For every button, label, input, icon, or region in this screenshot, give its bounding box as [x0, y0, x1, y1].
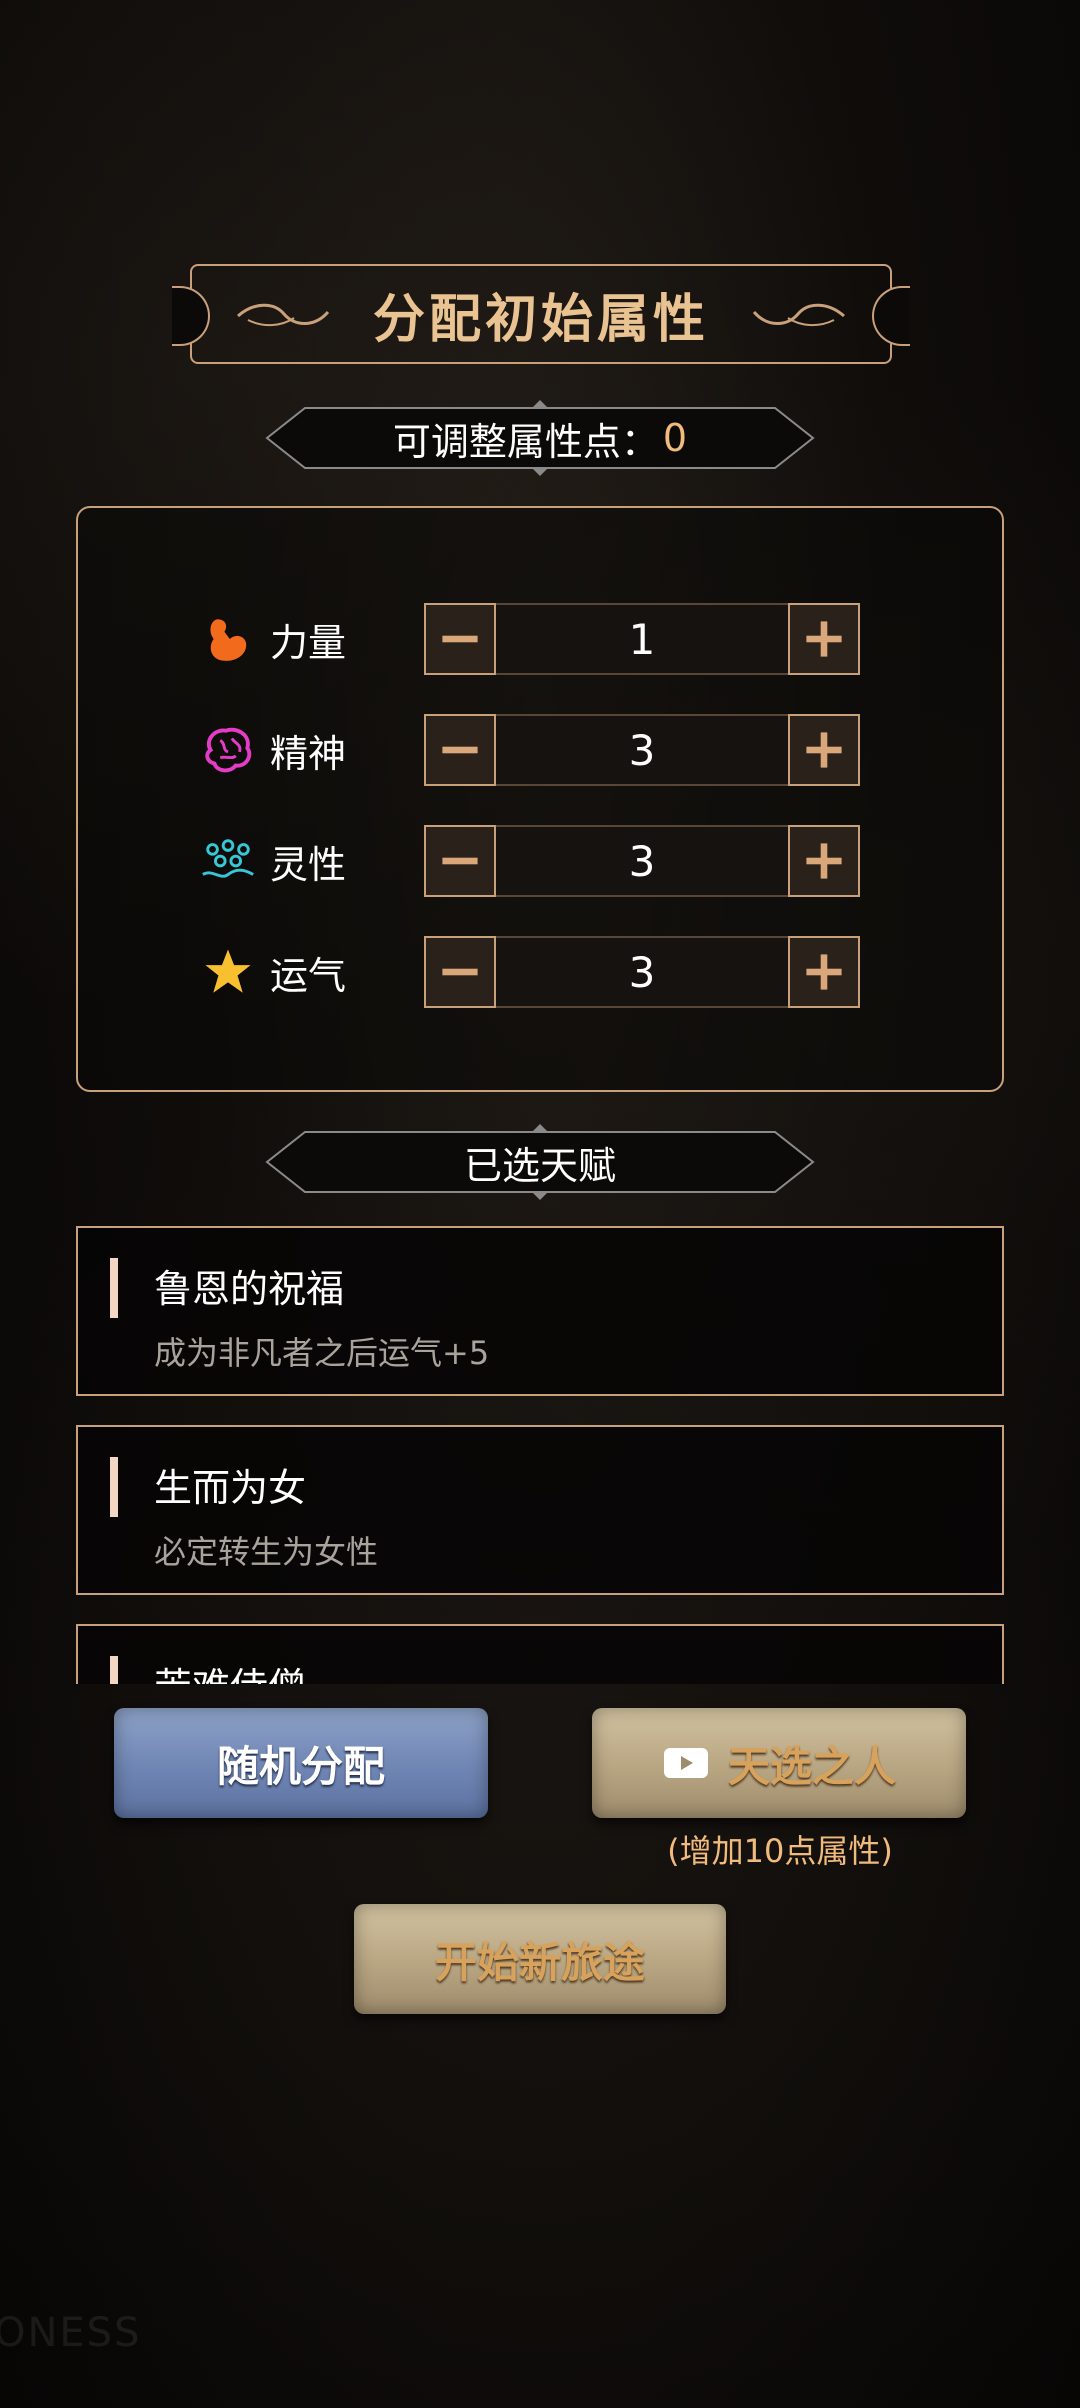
video-icon	[663, 1748, 708, 1778]
start-journey-button[interactable]: 开始新旅途	[354, 1904, 726, 2014]
spirituality-stepper: 3	[424, 825, 860, 897]
points-label: 可调整属性点：	[392, 419, 659, 464]
strength-stepper: 1	[424, 603, 860, 675]
increment-button[interactable]	[788, 936, 860, 1008]
random-assign-button[interactable]: 随机分配	[114, 1708, 488, 1818]
talent-list-clip: 苦难侍僧	[0, 1620, 1080, 1684]
page-title: 分配初始属性	[372, 288, 709, 350]
increment-button[interactable]	[788, 825, 860, 897]
brain-icon	[198, 720, 258, 780]
chosen-one-label: 天选之人	[727, 1741, 896, 1791]
title-banner: 分配初始属性	[172, 264, 910, 364]
random-assign-label: 随机分配	[216, 1741, 385, 1791]
dots-icon	[198, 831, 258, 891]
decrement-button[interactable]	[424, 714, 496, 786]
muscle-icon	[198, 609, 258, 669]
talent-marker	[110, 1656, 118, 1684]
attribute-value: 3	[496, 936, 788, 1008]
minus-icon	[442, 635, 478, 643]
increment-button[interactable]	[788, 603, 860, 675]
start-journey-label: 开始新旅途	[434, 1937, 645, 1987]
attribute-value: 1	[496, 603, 788, 675]
attribute-name: 灵性	[270, 842, 347, 887]
talent-description: 必定转生为女性	[154, 1533, 379, 1571]
talent-marker	[110, 1457, 118, 1517]
attribute-row-spirituality: 灵性 3	[198, 824, 958, 898]
talent-title: 苦难侍僧	[154, 1656, 306, 1684]
minus-icon	[442, 968, 478, 976]
attribute-name: 精神	[270, 731, 347, 776]
talents-heading: 已选天赋	[463, 1143, 616, 1188]
talent-card[interactable]: 苦难侍僧	[76, 1624, 1004, 1684]
talents-banner: 已选天赋	[265, 1124, 815, 1200]
minus-icon	[442, 857, 478, 865]
ornament-swirl-icon	[752, 303, 845, 326]
attribute-row-spirit: 精神 3	[198, 713, 958, 787]
attribute-panel: 力量 1 精神 3 灵性 3 运气 3	[76, 506, 1004, 1092]
attribute-value: 3	[496, 825, 788, 897]
spirit-stepper: 3	[424, 714, 860, 786]
decrement-button[interactable]	[424, 936, 496, 1008]
talent-title: 生而为女	[154, 1466, 307, 1510]
plus-icon	[806, 843, 842, 879]
luck-stepper: 3	[424, 936, 860, 1008]
plus-icon	[806, 954, 842, 990]
points-value: 0	[662, 416, 688, 460]
increment-button[interactable]	[788, 714, 860, 786]
ornament-swirl-icon	[237, 303, 330, 326]
chosen-one-note: (增加10点属性)	[667, 1832, 893, 1870]
plus-icon	[806, 621, 842, 657]
talent-marker	[110, 1258, 118, 1318]
chosen-one-button[interactable]: 天选之人	[592, 1708, 966, 1818]
talent-card[interactable]: 生而为女 必定转生为女性	[76, 1425, 1004, 1595]
plus-icon	[806, 732, 842, 768]
attribute-name: 力量	[270, 620, 347, 665]
star-icon	[198, 942, 258, 1002]
decrement-button[interactable]	[424, 825, 496, 897]
talent-card[interactable]: 鲁恩的祝福 成为非凡者之后运气+5	[76, 1226, 1004, 1396]
watermark: ONESS	[0, 2310, 142, 2356]
minus-icon	[442, 746, 478, 754]
attribute-row-luck: 运气 3	[198, 935, 958, 1009]
decrement-button[interactable]	[424, 603, 496, 675]
talent-title: 鲁恩的祝福	[154, 1267, 345, 1311]
talent-description: 成为非凡者之后运气+5	[154, 1334, 490, 1372]
points-banner: 可调整属性点： 0	[265, 400, 815, 476]
attribute-value: 3	[496, 714, 788, 786]
attribute-name: 运气	[270, 953, 347, 998]
attribute-row-strength: 力量 1	[198, 602, 958, 676]
